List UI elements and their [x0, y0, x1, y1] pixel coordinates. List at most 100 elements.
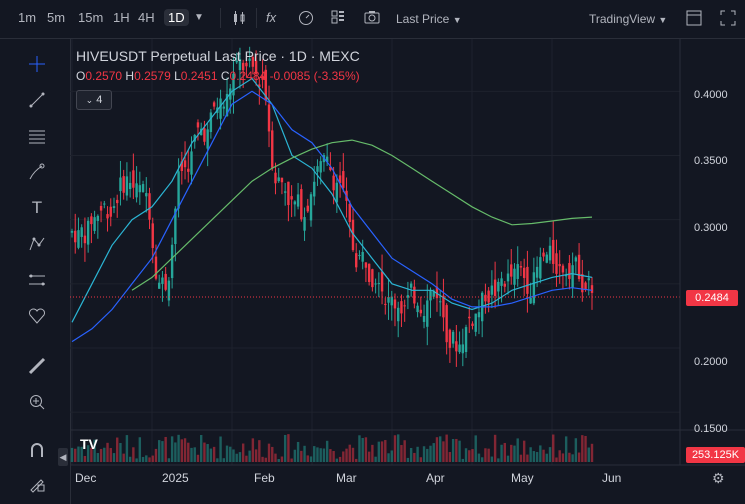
magnet-icon[interactable] — [24, 437, 50, 463]
volume-bar — [571, 454, 574, 462]
volume-bar — [313, 446, 316, 462]
candle-body — [190, 151, 193, 175]
candle-body — [125, 176, 129, 196]
interval-15m[interactable]: 15m — [78, 10, 103, 25]
candle-body — [464, 327, 468, 353]
volume-bar — [387, 453, 390, 462]
candle-type-icon[interactable] — [232, 10, 246, 29]
volume-bar — [264, 457, 267, 462]
text-tool-icon[interactable]: T — [24, 195, 50, 221]
time-tick: Jun — [602, 471, 622, 485]
volume-bar — [361, 437, 364, 462]
interval-5m[interactable]: 5m — [47, 10, 65, 25]
horizontal-lines-icon[interactable] — [24, 123, 50, 149]
interval-1d[interactable]: 1D — [164, 9, 189, 26]
volume-bar — [222, 458, 226, 462]
price-tick: 0.3000 — [694, 222, 728, 234]
brush-icon[interactable] — [24, 159, 50, 185]
price-chart[interactable] — [70, 39, 745, 504]
volume-bar — [254, 449, 258, 462]
candle-body — [77, 230, 80, 248]
volume-bar — [545, 453, 548, 462]
lock-drawing-icon[interactable] — [24, 471, 50, 497]
zoom-in-icon[interactable] — [24, 389, 50, 415]
volume-bar — [187, 442, 190, 462]
brand-dropdown[interactable]: TradingView ▼ — [589, 12, 667, 26]
volume-bar — [277, 458, 280, 462]
volume-bar — [422, 446, 426, 462]
indicators-count: 4 — [96, 94, 103, 106]
volume-bar — [167, 458, 171, 462]
volume-bar — [548, 447, 552, 462]
ruler-icon[interactable] — [24, 353, 50, 379]
candle-body — [571, 265, 574, 288]
volume-bar — [300, 450, 303, 462]
volume-bar — [103, 447, 106, 462]
heart-icon[interactable] — [24, 303, 50, 329]
candle-body — [183, 160, 187, 168]
volume-bar — [468, 450, 471, 462]
volume-bar — [490, 456, 494, 462]
pattern-icon[interactable] — [24, 231, 50, 257]
candle-body — [474, 313, 477, 332]
volume-bar — [183, 438, 187, 462]
price-type-dropdown[interactable]: Last Price ▼ — [396, 12, 462, 26]
volume-bar — [296, 441, 300, 462]
candle-body — [167, 280, 171, 301]
volume-bar — [484, 448, 487, 462]
candle-body — [99, 205, 103, 211]
volume-bar — [151, 455, 154, 462]
volume-bar — [432, 443, 435, 462]
candle-body — [106, 214, 109, 219]
interval-dropdown-icon[interactable]: ▼ — [194, 12, 204, 23]
candle-body — [355, 253, 358, 268]
indicators-icon[interactable]: fx — [266, 10, 276, 25]
interval-4h[interactable]: 4H — [138, 10, 155, 25]
volume-bar — [106, 442, 109, 462]
volume-bar — [532, 451, 536, 462]
fullscreen-icon[interactable] — [720, 10, 736, 29]
volume-bar — [506, 455, 510, 462]
candle-body — [568, 263, 571, 279]
volume-bar — [400, 445, 403, 462]
volume-bar — [316, 447, 319, 462]
volume-bar — [232, 449, 235, 462]
interval-1m[interactable]: 1m — [18, 10, 36, 25]
candle-body — [519, 266, 523, 268]
volume-bar — [351, 447, 355, 462]
candle-body — [267, 104, 271, 132]
candle-body — [361, 251, 364, 262]
volume-bar — [403, 440, 406, 462]
volume-bar — [558, 450, 561, 462]
crosshair-icon[interactable] — [24, 51, 50, 77]
interval-1h[interactable]: 1H — [113, 10, 130, 25]
indicators-toggle[interactable]: ⌄ 4 — [76, 90, 112, 110]
candle-body — [332, 175, 335, 191]
low-label: L — [174, 69, 181, 83]
volume-bar — [122, 453, 125, 462]
candle-body — [103, 203, 106, 205]
candle-body — [309, 194, 313, 221]
collapse-toolbar-icon[interactable]: ◀ — [58, 448, 68, 466]
chevron-down-icon: ⌄ — [85, 94, 94, 105]
trend-line-icon[interactable] — [24, 87, 50, 113]
volume-bar — [477, 453, 481, 462]
window-layout-icon[interactable] — [686, 10, 702, 29]
measure-range-icon[interactable] — [24, 267, 50, 293]
camera-icon[interactable] — [364, 10, 380, 27]
volume-bar — [552, 434, 555, 462]
candle-body — [400, 301, 403, 314]
candle-body — [561, 265, 565, 273]
candle-body — [535, 266, 539, 278]
last-volume-badge: 253.125K — [686, 447, 745, 463]
volume-bar — [516, 438, 519, 462]
volume-bar — [74, 448, 77, 462]
volume-bar — [513, 445, 516, 462]
volume-bar — [413, 452, 416, 462]
speedometer-icon[interactable] — [298, 10, 314, 29]
candle-body — [506, 273, 510, 282]
gear-icon[interactable]: ⚙ — [712, 470, 725, 487]
layout-grid-icon[interactable] — [331, 10, 345, 27]
volume-bar — [128, 456, 132, 462]
volume-bar — [132, 447, 135, 462]
